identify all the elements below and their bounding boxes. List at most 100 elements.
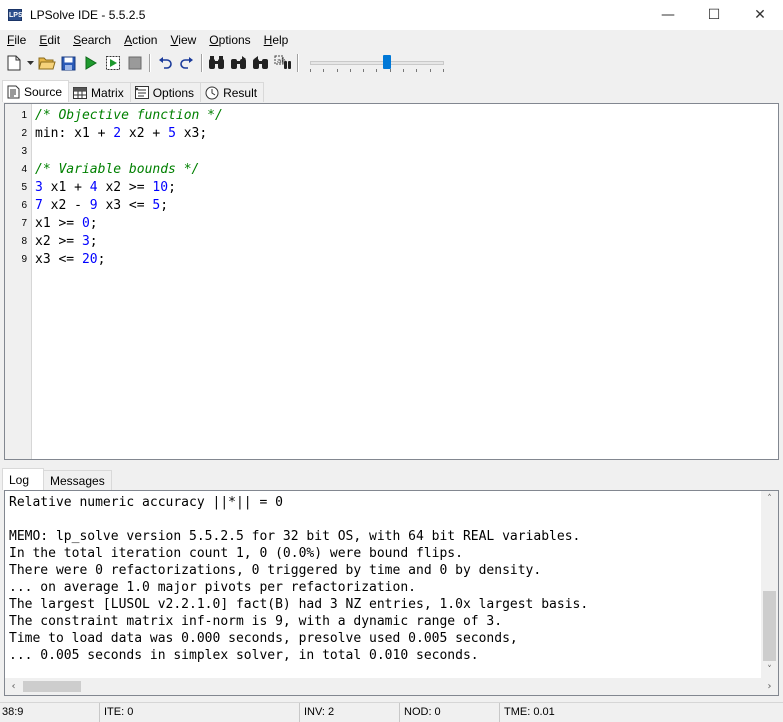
code-token: x3 <= bbox=[97, 198, 153, 213]
toolbar-separator bbox=[201, 54, 203, 72]
tab-result[interactable]: Result bbox=[200, 82, 265, 102]
menu-help[interactable]: Help bbox=[259, 30, 297, 50]
line-number: 6 bbox=[21, 200, 27, 211]
matrix-grid-icon bbox=[73, 86, 88, 99]
maximize-button[interactable]: ☐ bbox=[691, 0, 737, 30]
line-number: 1 bbox=[21, 110, 27, 121]
scroll-down-icon[interactable]: ˅ bbox=[761, 662, 778, 679]
close-button[interactable]: ✕ bbox=[737, 0, 783, 30]
code-line: 3 bbox=[5, 143, 778, 161]
slider-thumb[interactable] bbox=[383, 55, 392, 69]
slider-track bbox=[310, 61, 444, 65]
log-line: There were 0 refactorizations, 0 trigger… bbox=[9, 563, 542, 578]
source-doc-icon bbox=[7, 85, 20, 98]
tab-options[interactable]: Options bbox=[129, 82, 202, 102]
find-button[interactable] bbox=[206, 53, 227, 73]
line-number: 3 bbox=[21, 146, 27, 157]
toolbar: ab bbox=[0, 50, 783, 76]
code-text: x1 >= 0; bbox=[31, 215, 98, 233]
minimize-button[interactable]: — bbox=[645, 0, 691, 30]
horizontal-scroll-thumb[interactable] bbox=[23, 681, 81, 692]
menu-edit[interactable]: Edit bbox=[34, 30, 68, 50]
log-lines: Relative numeric accuracy ||*|| = 0 MEMO:… bbox=[9, 494, 756, 664]
code-token: x1 + bbox=[42, 180, 90, 195]
find-next-button[interactable] bbox=[228, 53, 249, 73]
code-token: ; bbox=[89, 216, 98, 231]
line-number: 5 bbox=[21, 182, 27, 193]
toolbar-separator bbox=[297, 54, 299, 72]
code-token: ; bbox=[97, 252, 106, 267]
stop-button[interactable] bbox=[124, 53, 145, 73]
scroll-up-icon[interactable]: ˄ bbox=[761, 491, 778, 508]
undo-icon bbox=[158, 57, 172, 69]
scroll-right-icon[interactable]: › bbox=[761, 678, 778, 695]
code-token: 3 bbox=[81, 234, 90, 249]
title-bar: LPS LPSolve IDE - 5.5.2.5 — ☐ ✕ bbox=[0, 0, 783, 30]
menu-options[interactable]: Options bbox=[204, 30, 258, 50]
menu-view[interactable]: View bbox=[165, 30, 204, 50]
code-line: 7 x1 >= 0; bbox=[5, 215, 778, 233]
minimize-icon: — bbox=[661, 7, 675, 23]
new-file-dropdown[interactable] bbox=[25, 53, 35, 73]
stop-icon bbox=[128, 56, 141, 70]
code-token: 9 bbox=[89, 198, 98, 213]
log-line: Time to load data was 0.000 seconds, pre… bbox=[9, 631, 518, 646]
code-token: x2 - bbox=[42, 198, 90, 213]
editor-tabs: Source Matrix Options Result bbox=[2, 80, 265, 102]
scroll-left-icon[interactable]: ‹ bbox=[5, 678, 22, 695]
line-number: 9 bbox=[21, 254, 27, 265]
code-text: min: x1 + 2 x2 + 5 x3; bbox=[31, 125, 207, 143]
code-token: /* Variable bounds */ bbox=[35, 162, 200, 177]
output-tabs: Log Messages bbox=[2, 468, 112, 490]
app-logo-icon: LPS bbox=[8, 9, 23, 21]
status-inversions: INV: 2 bbox=[302, 703, 400, 722]
code-token: x3; bbox=[175, 126, 208, 141]
status-cursor-position: 38:9 bbox=[0, 703, 100, 722]
step-icon bbox=[105, 56, 120, 70]
maximize-icon: ☐ bbox=[707, 7, 721, 23]
source-editor[interactable]: 1/* Objective function */2 min: x1 + 2 x2… bbox=[4, 103, 779, 460]
open-button[interactable] bbox=[36, 53, 57, 73]
menu-bar: File Edit Search Action View Options Hel… bbox=[0, 30, 783, 50]
find-next-icon bbox=[230, 56, 246, 69]
zoom-slider[interactable] bbox=[306, 53, 448, 73]
status-iterations: ITE: 0 bbox=[102, 703, 300, 722]
save-button[interactable] bbox=[58, 53, 79, 73]
code-token: x2 >= bbox=[35, 234, 82, 249]
log-line: In the total iteration count 1, 0 (0.0%)… bbox=[9, 546, 463, 561]
code-text: x2 >= 3; bbox=[31, 233, 98, 251]
new-file-button[interactable] bbox=[3, 53, 24, 73]
find-previous-button[interactable] bbox=[250, 53, 271, 73]
tab-log[interactable]: Log bbox=[2, 468, 44, 490]
run-button[interactable] bbox=[80, 53, 101, 73]
code-token: ; bbox=[89, 234, 98, 249]
tab-source[interactable]: Source bbox=[2, 80, 70, 102]
menu-action[interactable]: Action bbox=[119, 30, 165, 50]
code-token: 10 bbox=[152, 180, 169, 195]
log-line: ... 0.005 seconds in simplex solver, in … bbox=[9, 648, 479, 663]
code-token: ; bbox=[168, 180, 176, 195]
step-button[interactable] bbox=[102, 53, 123, 73]
replace-button[interactable]: ab bbox=[272, 53, 293, 73]
new-file-icon bbox=[7, 55, 20, 71]
code-token: x2 + bbox=[121, 126, 169, 141]
vertical-scroll-thumb[interactable] bbox=[763, 591, 776, 661]
redo-button[interactable] bbox=[176, 53, 197, 73]
window-controls: — ☐ ✕ bbox=[645, 0, 783, 30]
code-token: 7 bbox=[35, 198, 43, 213]
status-nodes: NOD: 0 bbox=[402, 703, 500, 722]
menu-file[interactable]: File bbox=[2, 30, 34, 50]
result-clock-icon bbox=[205, 86, 219, 99]
code-text: x3 <= 20; bbox=[31, 251, 105, 269]
menu-search[interactable]: Search bbox=[68, 30, 119, 50]
slider-ticks bbox=[310, 69, 444, 73]
code-line: 1 /* Objective function */ bbox=[5, 107, 778, 125]
log-horizontal-scrollbar[interactable]: ‹ › bbox=[5, 678, 778, 695]
log-vertical-scrollbar[interactable]: ˄ ˅ bbox=[761, 491, 778, 679]
tab-messages[interactable]: Messages bbox=[43, 470, 112, 490]
log-panel[interactable]: Relative numeric accuracy ||*|| = 0 MEMO:… bbox=[4, 490, 779, 696]
dropdown-arrow-icon bbox=[26, 61, 34, 65]
tab-matrix[interactable]: Matrix bbox=[68, 82, 131, 102]
undo-button[interactable] bbox=[154, 53, 175, 73]
